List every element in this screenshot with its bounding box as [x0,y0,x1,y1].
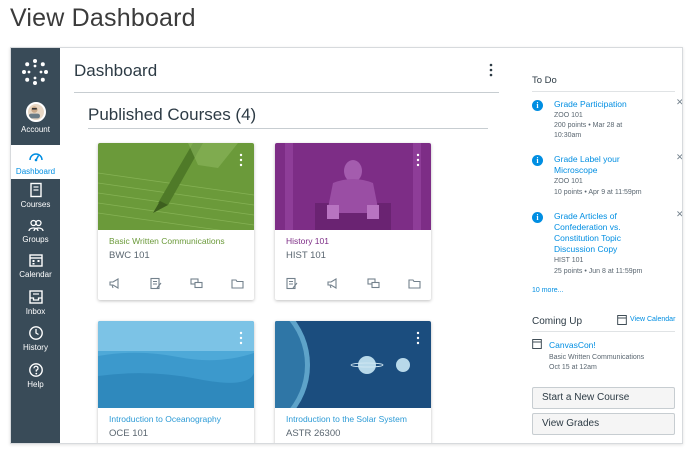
divider [532,331,675,332]
todo-meta: 10 points • Apr 9 at 11:59pm [554,189,642,196]
dismiss-icon[interactable]: ✕ [676,97,682,108]
nav-label: Calendar [19,270,52,279]
page-heading: View Dashboard [10,4,196,32]
todo-title[interactable]: Grade Articles of Confederation vs. Cons… [554,211,636,255]
todo-title[interactable]: Grade Participation [554,99,654,110]
card-actions [285,277,421,291]
course-name[interactable]: Introduction to the Solar System [286,414,407,424]
files-icon[interactable] [231,277,244,290]
nav-calendar[interactable]: Calendar [11,252,60,279]
discussions-icon[interactable] [190,277,203,290]
announcements-icon[interactable] [108,277,121,290]
canvas-logo-icon[interactable] [21,58,49,86]
nav-label: Dashboard [15,167,56,176]
history-icon [28,326,43,340]
course-code: OCE 101 [109,428,149,439]
divider [532,91,675,92]
files-icon[interactable] [408,277,421,290]
nav-label: History [23,343,48,352]
course-card-image [275,143,431,230]
nav-label: Help [27,380,44,389]
todo-item[interactable]: i Grade Articles of Confederation vs. Co… [532,209,682,281]
todo-item[interactable]: i Grade Participation ZOO 101 200 points… [532,97,682,139]
nav-help[interactable]: Help [11,362,60,389]
courses-icon [29,182,42,198]
course-code: HIST 101 [286,250,326,261]
start-new-course-button[interactable]: Start a New Course [532,387,675,409]
dashboard-main: Dashboard Published Courses (4) Basic Wr… [60,48,512,443]
divider [74,92,499,93]
nav-label: Account [21,125,50,134]
right-sidebar: To Do i Grade Participation ZOO 101 200 … [512,48,682,443]
todo-course: ZOO 101 [554,112,583,119]
divider [88,128,488,129]
assignments-icon[interactable] [285,277,298,290]
calendar-icon[interactable] [617,314,627,325]
nav-courses[interactable]: Courses [11,182,60,209]
view-grades-button[interactable]: View Grades [532,413,675,435]
course-card[interactable]: Introduction to the Solar System ASTR 26… [275,321,431,443]
nav-inbox[interactable]: Inbox [11,289,60,316]
course-code: BWC 101 [109,250,150,261]
course-code: ASTR 26300 [286,428,341,439]
nav-groups[interactable]: Groups [11,217,60,244]
view-calendar-link[interactable]: View Calendar [630,316,675,323]
todo-course: ZOO 101 [554,178,583,185]
dashboard-title: Dashboard [74,61,158,80]
course-name[interactable]: Basic Written Communications [109,236,225,246]
help-icon [28,363,43,377]
course-card-image [98,321,254,408]
dismiss-icon[interactable]: ✕ [676,209,682,220]
info-icon: i [532,155,543,166]
dashboard-icon [28,153,43,162]
dismiss-icon[interactable]: ✕ [676,152,682,163]
inbox-icon [28,290,43,304]
card-actions [108,277,244,291]
avatar [25,102,46,122]
event-date: Oct 15 at 12am [549,364,597,371]
announcements-icon[interactable] [326,277,339,290]
nav-history[interactable]: History [11,325,60,352]
dashboard-options-icon[interactable] [487,62,495,78]
card-options-icon[interactable] [415,331,421,345]
card-options-icon[interactable] [238,331,244,345]
todo-meta: 25 points • Jun 8 at 11:59pm [554,268,643,275]
course-card-image [98,143,254,230]
course-card[interactable]: Basic Written Communications BWC 101 [98,143,254,300]
todo-heading: To Do [532,75,557,86]
course-name[interactable]: History 101 [286,236,329,246]
nav-dashboard[interactable]: Dashboard [11,145,60,179]
groups-icon [27,219,44,232]
nav-label: Groups [22,235,49,244]
course-card[interactable]: History 101 HIST 101 [275,143,431,300]
calendar-icon [28,254,43,267]
global-nav: Account Dashboard Courses Groups Calenda… [11,48,60,443]
info-icon: i [532,212,543,223]
discussions-icon[interactable] [367,277,380,290]
course-name[interactable]: Introduction to Oceanography [109,414,221,424]
todo-title[interactable]: Grade Label your Microscope [554,154,634,176]
info-icon: i [532,100,543,111]
todo-more-link[interactable]: 10 more... [532,287,564,294]
coming-up-heading: Coming Up [532,316,583,327]
course-card-image [275,321,431,408]
nav-label: Inbox [25,307,46,316]
nav-account[interactable]: Account [11,102,60,134]
card-options-icon[interactable] [415,153,421,167]
course-card[interactable]: Introduction to Oceanography OCE 101 [98,321,254,443]
event-calendar-icon [532,339,542,349]
todo-meta: 200 points • Mar 28 at 10:30am [554,122,623,139]
canvas-window: Account Dashboard Courses Groups Calenda… [10,47,683,444]
assignments-icon[interactable] [149,277,162,290]
card-options-icon[interactable] [238,153,244,167]
todo-item[interactable]: i Grade Label your Microscope ZOO 101 10… [532,152,682,199]
published-courses-title: Published Courses (4) [88,105,257,124]
todo-course: HIST 101 [554,257,584,264]
event-course: Basic Written Communications [549,354,645,361]
event-title[interactable]: CanvasCon! [549,340,596,350]
nav-label: Courses [20,200,51,209]
